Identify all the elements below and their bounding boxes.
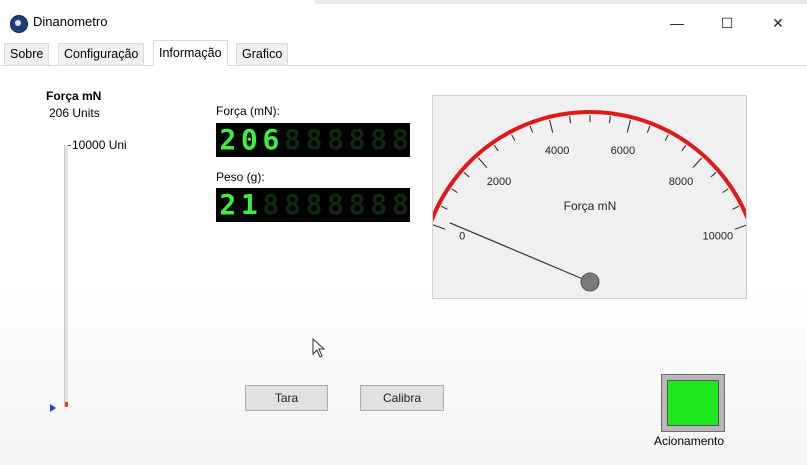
gauge-major-tick [734, 224, 746, 230]
peso-lcd-digit: 8 [305, 188, 323, 221]
gauge-tick-label: 10000 [703, 230, 734, 242]
tara-button[interactable]: Tara [245, 385, 328, 411]
gauge-minor-tick [493, 144, 499, 152]
app-gauge-icon [10, 15, 28, 33]
acionamento-led [667, 380, 719, 426]
mouse-cursor-icon [312, 338, 326, 358]
forca-label: Força (mN): [216, 104, 280, 118]
acionamento-indicator[interactable] [661, 374, 725, 432]
peso-lcd-digit: 8 [391, 188, 409, 221]
gauge-major-tick [477, 157, 488, 168]
forca-lcd-digit: 8 [327, 123, 345, 156]
tab-informacao[interactable]: Informação [153, 40, 228, 66]
peso-lcd-digit: 8 [284, 188, 301, 221]
gauge-minor-tick [681, 144, 687, 152]
tab-strip: Sobre Configuração Informação Grafico [0, 40, 807, 66]
peso-lcd-digit: 8 [327, 188, 345, 221]
peso-label: Peso (g): [216, 170, 265, 184]
gauge-tick-label: 6000 [611, 145, 635, 157]
peso-lcd-digit: 8 [370, 188, 388, 221]
forca-lcd-digit: 6 [262, 123, 280, 156]
close-button[interactable]: ✕ [755, 8, 801, 38]
acionamento-label: Acionamento [654, 434, 725, 448]
slider-value: 206 Units [49, 106, 100, 120]
gauge-minor-tick [722, 188, 729, 193]
gauge-minor-tick [529, 125, 534, 133]
peso-lcd-display: 218888888 [216, 188, 410, 222]
peso-lcd-digit: 8 [348, 188, 366, 221]
window-title: Dinanometro [33, 14, 108, 29]
calibra-button[interactable]: Calibra [360, 385, 444, 411]
gauge-minor-tick [609, 116, 611, 124]
minimize-button[interactable]: — [654, 8, 700, 38]
gauge-tick-label: 4000 [545, 145, 569, 157]
gauge-needle [449, 222, 591, 283]
title-bar: Dinanometro — ☐ ✕ [0, 4, 807, 40]
tab-content-informacao: Força mN 206 Units 10000 Uni Força (mN):… [0, 66, 807, 465]
forca-lcd-digit: 8 [284, 123, 301, 156]
slider-pointer-icon[interactable] [50, 404, 56, 412]
gauge-minor-tick [463, 172, 470, 178]
gauge-major-tick [692, 157, 703, 168]
gauge-tick-label: 0 [459, 230, 465, 242]
tab-grafico[interactable]: Grafico [236, 43, 289, 65]
forca-lcd-display: 206888888 [216, 123, 410, 157]
gauge-label: Força mN [564, 199, 617, 213]
gauge-tick-label: 2000 [487, 176, 511, 188]
peso-lcd-digit: 8 [262, 188, 280, 221]
forca-lcd-digit: 0 [240, 123, 258, 156]
force-slider-track[interactable] [64, 145, 68, 407]
app-window: Dinanometro — ☐ ✕ Sobre Configuração Inf… [0, 0, 807, 465]
slider-title: Força mN [46, 89, 102, 103]
slider-max-label: 10000 Uni [72, 138, 127, 152]
forca-lcd-digit: 8 [348, 123, 366, 156]
gauge-major-tick [626, 119, 631, 133]
gauge-major-tick [433, 224, 446, 230]
gauge-minor-tick [569, 116, 571, 124]
gauge-minor-tick [732, 205, 740, 210]
force-gauge: 0 2000 4000 6000 8000 10000 Força mN [432, 95, 747, 299]
gauge-major-tick [549, 119, 554, 133]
forca-lcd-digit: 8 [391, 123, 409, 156]
force-slider-fill [65, 401, 68, 407]
gauge-minor-tick [710, 172, 717, 178]
forca-lcd-digit: 2 [219, 123, 237, 156]
forca-lcd-digit: 8 [305, 123, 323, 156]
peso-lcd-digit: 2 [219, 188, 237, 221]
peso-lcd-digit: 1 [240, 188, 258, 221]
gauge-minor-tick [440, 205, 448, 210]
forca-lcd-digit: 8 [370, 123, 388, 156]
tab-configuracao[interactable]: Configuração [58, 43, 145, 65]
gauge-minor-tick [646, 125, 651, 133]
gauge-minor-tick [511, 134, 516, 141]
gauge-svg: 0 2000 4000 6000 8000 10000 Força mN [433, 110, 746, 292]
tab-sobre[interactable]: Sobre [4, 43, 50, 65]
gauge-minor-tick [664, 134, 669, 141]
gauge-hub [580, 272, 600, 292]
gauge-tick-label: 8000 [669, 176, 693, 188]
maximize-button[interactable]: ☐ [704, 8, 750, 38]
gauge-minor-tick [451, 188, 458, 193]
